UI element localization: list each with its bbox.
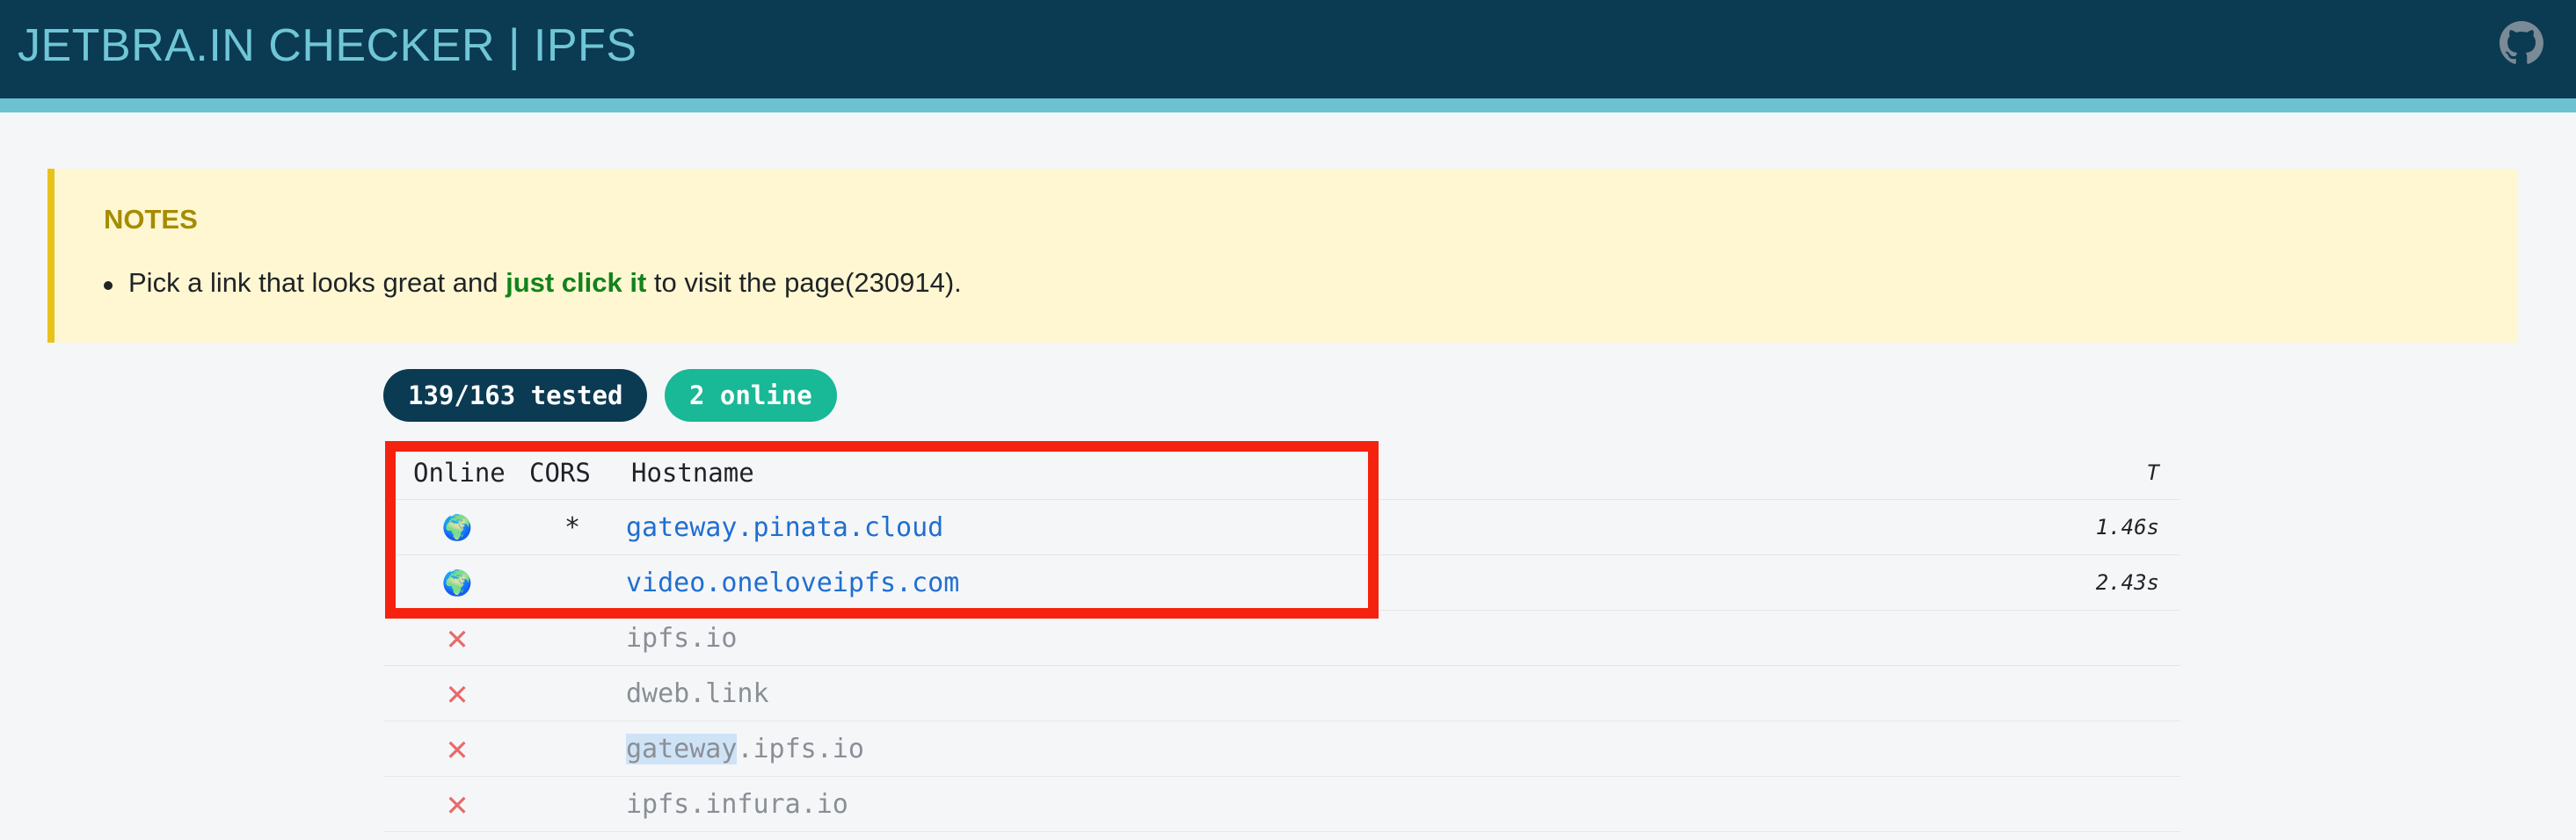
globe-icon: 🌍 [441,512,473,542]
notes-item-suffix: to visit the page(230914). [646,267,962,298]
table-row: 🌍 * gateway.pinata.cloud 1.46s [383,500,2180,555]
hostname-rest-text: .ipfs.io [737,733,864,764]
hostname-link[interactable]: video.oneloveipfs.com [626,568,959,598]
hostname-text: gateway.ipfs.io [626,733,864,764]
table-row: ✕ gateway.ipfs.io [383,721,2180,777]
notes-item-prefix: Pick a link that looks great and [128,267,506,298]
notes-panel: NOTES Pick a link that looks great and j… [47,169,2518,343]
globe-icon: 🌍 [441,568,473,597]
cross-icon: ✕ [446,728,469,769]
notes-item-emphasis: just click it [506,267,647,298]
column-header-online[interactable]: Online [413,446,506,499]
hostname-text: ipfs.infura.io [626,788,848,820]
top-navbar: JETBRA.IN CHECKER | IPFS [0,0,2576,112]
github-icon[interactable] [2500,21,2543,65]
table-row: ✕ dweb.link [383,666,2180,721]
hostname-selected-text: gateway [626,733,738,764]
table-row: ✕ ipfs.io [383,611,2180,666]
gateway-table: Online CORS Hostname T 🌍 * gateway.pinat… [383,446,2180,832]
cross-icon: ✕ [446,784,469,824]
column-header-time[interactable]: T [2147,446,2159,499]
hostname-link[interactable]: gateway.pinata.cloud [626,512,943,543]
online-count-badge: 2 online [665,369,837,422]
table-row: ✕ ipfs.infura.io [383,777,2180,832]
response-time: 1.46s [2095,515,2159,539]
app-title[interactable]: JETBRA.IN CHECKER | IPFS [18,19,637,72]
hostname-text: dweb.link [626,677,769,709]
column-header-hostname[interactable]: Hostname [631,446,754,499]
cross-icon: ✕ [446,618,469,658]
tested-count-badge: 139/163 tested [383,369,648,422]
notes-item: Pick a link that looks great and just cl… [104,267,962,299]
table-header: Online CORS Hostname T [383,446,2180,500]
response-time: 2.43s [2095,570,2159,595]
cross-icon: ✕ [446,673,469,713]
table-row: 🌍 video.oneloveipfs.com 2.43s [383,555,2180,611]
cors-value: * [564,511,581,543]
notes-title: NOTES [104,204,198,235]
hostname-text: ipfs.io [626,622,738,654]
column-header-cors[interactable]: CORS [529,446,591,499]
